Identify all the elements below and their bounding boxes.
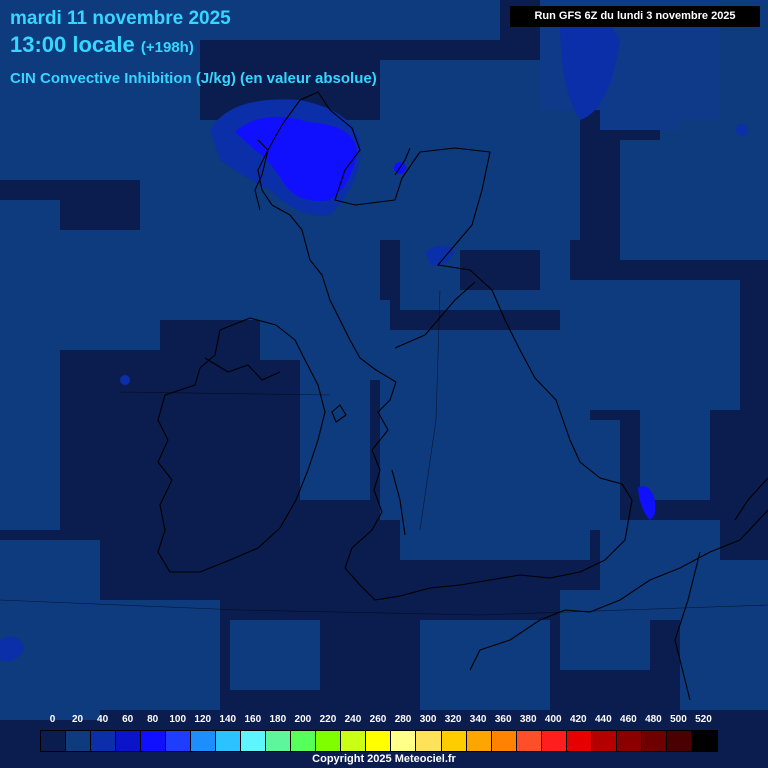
legend-tick-label: 0: [49, 714, 56, 725]
legend-tick-label: 120: [194, 714, 212, 725]
copyright: Copyright 2025 Meteociel.fr: [312, 753, 456, 765]
legend-tick-label: 80: [147, 714, 159, 725]
legend-swatch: [666, 731, 692, 751]
legend-tick-label: 260: [369, 714, 387, 725]
legend-swatch: [141, 731, 167, 751]
legend-swatch: [516, 731, 542, 751]
legend-swatch: [191, 731, 217, 751]
legend-swatch: [391, 731, 417, 751]
legend-swatch: [66, 731, 92, 751]
legend-swatch: [316, 731, 342, 751]
legend-swatch: [466, 731, 492, 751]
legend-tick-label: 160: [244, 714, 262, 725]
legend-swatch: [416, 731, 442, 751]
legend-tick-label: 340: [469, 714, 487, 725]
legend-swatch: [616, 731, 642, 751]
legend-swatch: [441, 731, 467, 751]
legend-swatch: [341, 731, 367, 751]
legend-tick-label: 240: [344, 714, 362, 725]
legend-swatch: [591, 731, 617, 751]
legend-tick-label: 200: [294, 714, 312, 725]
legend-tick-label: 480: [645, 714, 662, 725]
forecast-time: 13:00 locale (+198h): [10, 32, 194, 58]
cin-map: [0, 0, 768, 768]
legend-tick-label: 40: [97, 714, 109, 725]
legend-tick-label: 220: [319, 714, 337, 725]
forecast-date: mardi 11 novembre 2025: [10, 8, 231, 29]
legend-swatch: [166, 731, 192, 751]
legend-tick-label: 420: [569, 714, 587, 725]
legend-tick-label: 100: [169, 714, 187, 725]
legend-tick-label: 20: [71, 714, 84, 725]
legend-swatch: [116, 731, 142, 751]
legend-swatch: [216, 731, 242, 751]
legend-tick-label: 60: [122, 714, 134, 725]
legend-tick-label: 520: [695, 714, 712, 725]
legend-swatch: [41, 731, 67, 751]
legend-swatch: [266, 731, 292, 751]
legend-swatch: [566, 731, 592, 751]
legend-tick-label: 440: [594, 714, 612, 725]
legend-tick-label: 360: [494, 714, 512, 725]
legend-tick-label: 140: [219, 714, 237, 725]
run-info: Run GFS 6Z du lundi 3 novembre 2025: [510, 6, 760, 27]
legend-swatch: [91, 731, 117, 751]
legend-tick-label: 460: [620, 714, 637, 725]
legend-tick-label: 180: [269, 714, 287, 725]
legend-swatch: [541, 731, 567, 751]
legend-tick-label: 380: [519, 714, 537, 725]
legend-swatch: [491, 731, 517, 751]
legend-tick-label: 400: [544, 714, 562, 725]
legend-tick-label: 500: [670, 714, 687, 725]
legend-tick-label: 280: [394, 714, 412, 725]
legend-swatch: [366, 731, 392, 751]
forecast-time-label: 13:00 locale: [10, 32, 135, 57]
legend-swatch: [691, 731, 717, 751]
parameter-title: CIN Convective Inhibition (J/kg) (en val…: [10, 70, 377, 87]
legend-color-bar: [40, 730, 718, 752]
legend-tick-label: 300: [419, 714, 437, 725]
legend-swatch: [641, 731, 667, 751]
legend-ticks: 0 20 40 60 80 100 120 140 160 180 200 220 240 260 280 3…: [40, 714, 720, 728]
legend-tick-label: 320: [444, 714, 462, 725]
forecast-offset: (+198h): [140, 39, 194, 56]
legend-swatch: [241, 731, 267, 751]
legend-swatch: [291, 731, 317, 751]
